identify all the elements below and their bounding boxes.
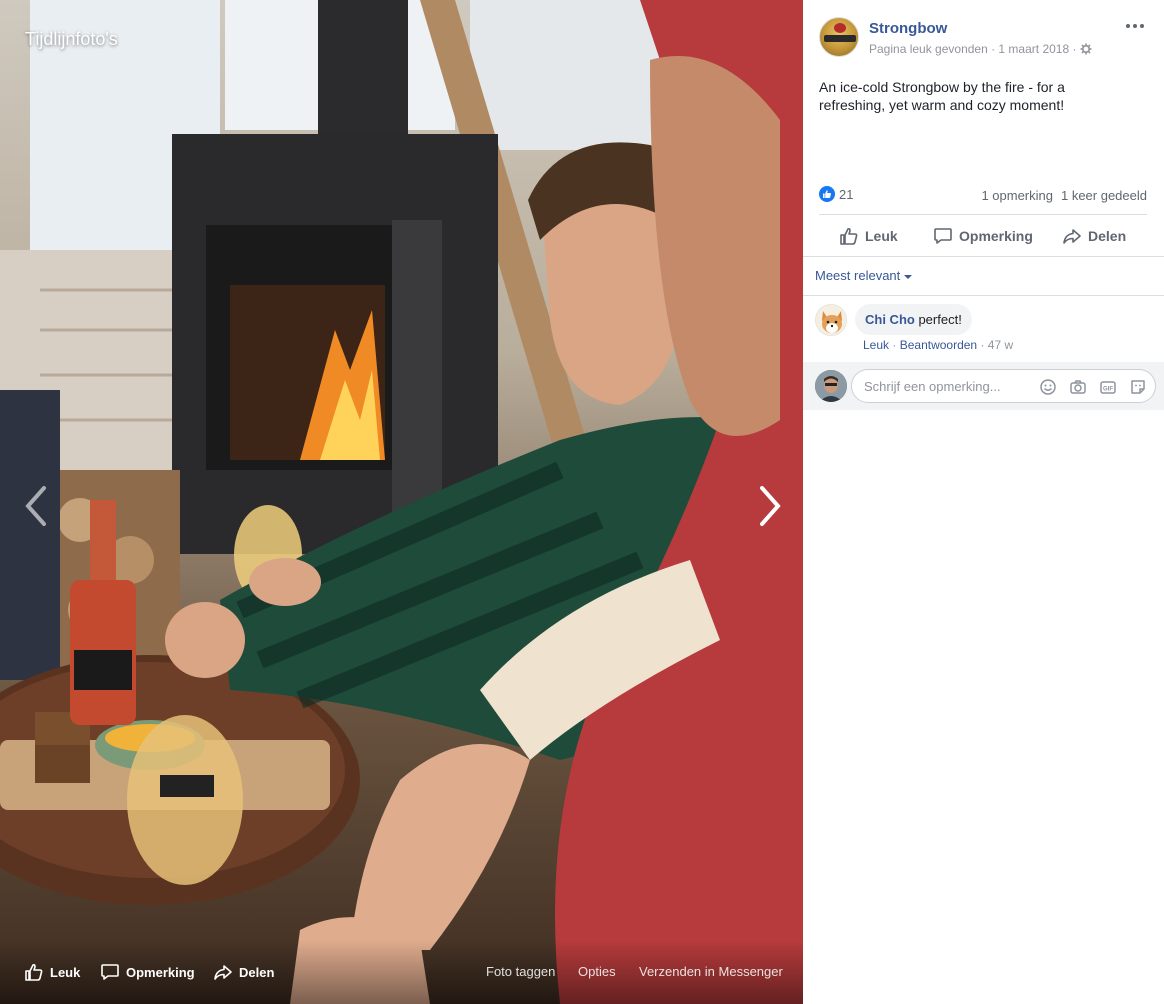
like-label: Leuk [865, 228, 898, 244]
page-avatar[interactable] [819, 17, 859, 57]
photo-like-button[interactable]: Leuk [24, 962, 80, 982]
camera-icon[interactable] [1069, 378, 1087, 396]
page-name-link[interactable]: Strongbow [869, 20, 947, 37]
share-icon [1063, 229, 1081, 244]
comment-bubble: Chi Cho perfect! [855, 304, 972, 335]
reactions-summary[interactable]: 21 [819, 186, 853, 202]
album-title: Tijdlijnfoto's [25, 29, 118, 49]
previous-photo-button[interactable] [22, 484, 52, 528]
send-in-messenger-link[interactable]: Verzenden in Messenger [639, 964, 783, 979]
options-link[interactable]: Opties [578, 964, 616, 979]
composer-icons: GIF [1039, 378, 1147, 396]
photo-comment-label: Opmerking [126, 964, 195, 980]
photo-like-label: Leuk [50, 964, 81, 980]
comment-count-link[interactable]: 1 opmerking [981, 188, 1053, 203]
divider [803, 256, 1164, 257]
current-user-avatar[interactable] [815, 370, 847, 402]
photo-image [0, 0, 803, 1004]
post-side-panel: Strongbow Pagina leuk gevonden · 1 maart… [803, 0, 1164, 1004]
comment-text: perfect! [918, 312, 962, 327]
comment-like-link[interactable]: Leuk [863, 338, 889, 352]
caret-down-icon [904, 274, 913, 279]
tag-photo-link[interactable]: Foto taggen [486, 964, 555, 979]
share-label: Delen [1088, 228, 1127, 244]
photo-comment-button[interactable]: Opmerking [100, 962, 195, 982]
post-meta-text: Pagina leuk gevonden · 1 maart 2018 · [869, 42, 1077, 56]
comment-label: Opmerking [959, 228, 1033, 244]
divider [803, 295, 1164, 296]
gear-icon[interactable] [1080, 43, 1092, 55]
post-meta: Pagina leuk gevonden · 1 maart 2018 · [869, 42, 1092, 56]
comment-button[interactable]: Opmerking [933, 226, 1033, 246]
photo-viewer: Tijdlijnfoto's Leuk Opmerking Delen Foto… [0, 0, 803, 1004]
comment-meta: Leuk · Beantwoorden · 47 w [863, 338, 1014, 352]
more-icon[interactable] [1124, 18, 1146, 34]
comment-age: 47 w [987, 338, 1014, 352]
next-photo-button[interactable] [754, 484, 784, 528]
comment-input-wrapper: GIF [851, 369, 1156, 403]
like-reaction-icon [819, 186, 835, 202]
comment-icon [101, 964, 119, 980]
like-button[interactable]: Leuk [839, 226, 898, 246]
divider [819, 214, 1147, 215]
commenter-avatar[interactable] [815, 304, 847, 336]
comment-input[interactable] [864, 378, 1034, 394]
comment-sort-dropdown[interactable]: Meest relevant [815, 268, 913, 283]
comment-author-link[interactable]: Chi Cho [865, 312, 915, 327]
post-stats: 1 opmerking 1 keer gedeeld [981, 188, 1147, 203]
reaction-count: 21 [839, 186, 854, 202]
share-button[interactable]: Delen [1062, 226, 1126, 246]
sticker-icon[interactable] [1129, 378, 1147, 396]
photo-share-button[interactable]: Delen [213, 962, 274, 982]
comment-icon [934, 228, 952, 244]
thumbs-up-icon [25, 963, 43, 981]
thumbs-up-icon [840, 227, 858, 245]
comment-reply-link[interactable]: Beantwoorden [900, 338, 977, 352]
svg-text:GIF: GIF [1103, 387, 1113, 393]
share-icon [214, 965, 232, 980]
emoji-icon[interactable] [1039, 378, 1057, 396]
post-text: An ice-cold Strongbow by the fire - for … [819, 79, 1065, 113]
chevron-left-icon [25, 486, 46, 526]
photo-share-label: Delen [239, 964, 275, 980]
gif-icon[interactable]: GIF [1099, 378, 1117, 396]
share-count-link[interactable]: 1 keer gedeeld [1061, 188, 1147, 203]
comment-sort-label: Meest relevant [815, 268, 901, 283]
chevron-right-icon [760, 486, 781, 526]
